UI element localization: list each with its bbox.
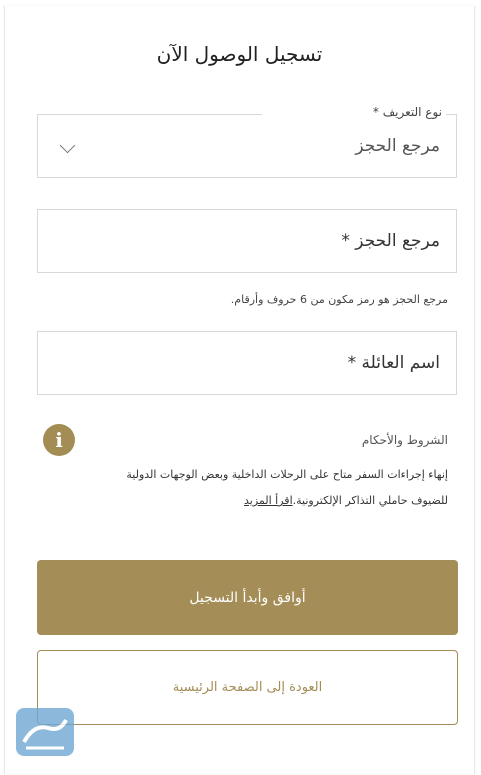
read-more-link[interactable]: اقرأ المزيد — [244, 494, 293, 507]
select-border-left — [37, 114, 262, 115]
info-icon[interactable]: i — [43, 424, 75, 456]
id-type-label: نوع التعريف * — [368, 105, 446, 119]
family-name-input[interactable] — [38, 332, 456, 394]
back-home-button[interactable]: العودة إلى الصفحة الرئيسية — [37, 650, 458, 725]
terms-line-2-text: للضيوف حاملي التذاكر الإلكترونية. — [292, 494, 448, 507]
booking-ref-field[interactable] — [37, 209, 457, 273]
terms-line-1: إنهاء إجراءات السفر متاح على الرحلات الد… — [126, 468, 448, 481]
terms-text: إنهاء إجراءات السفر متاح على الرحلات الد… — [48, 462, 448, 514]
terms-title: الشروط والأحكام — [361, 433, 448, 447]
terms-line-2: للضيوف حاملي التذاكر الإلكترونية.اقرأ ال… — [48, 488, 448, 514]
chevron-down-icon[interactable] — [59, 137, 76, 154]
agree-start-button[interactable]: أوافق وأبدأ التسجيل — [37, 560, 458, 635]
page-title: تسجيل الوصول الآن — [156, 42, 323, 66]
watermark-logo — [14, 706, 76, 758]
id-type-select[interactable]: نوع التعريف * مرجع الحجز — [37, 105, 457, 178]
booking-ref-hint: مرجع الحجز هو رمز مكون من 6 حروف وأرقام. — [230, 293, 448, 306]
family-name-field[interactable] — [37, 331, 457, 395]
id-type-value: مرجع الحجز — [355, 136, 440, 156]
booking-ref-input[interactable] — [38, 210, 456, 272]
checkin-card: تسجيل الوصول الآن نوع التعريف * مرجع الح… — [4, 6, 475, 774]
